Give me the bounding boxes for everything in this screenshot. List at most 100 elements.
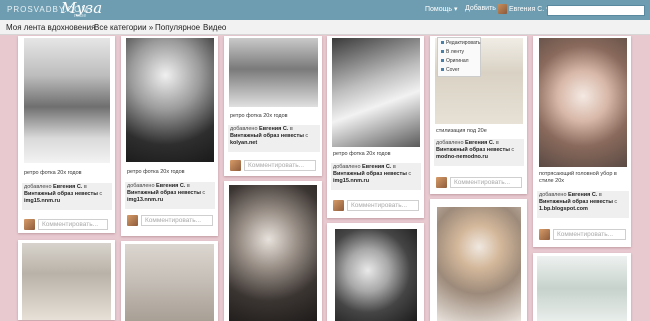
cover-action[interactable]: Cover (441, 67, 459, 73)
credit-prefix: добавлено (24, 184, 52, 190)
pin-credit: добавлено Евгения С. в Винтажный образ н… (434, 139, 524, 166)
comment-input[interactable]: Комментировать... (347, 200, 419, 211)
pin-credit: добавлено Евгения С. в Винтажный образ н… (537, 191, 629, 218)
cover-label: Cover (446, 67, 460, 73)
pin-caption: потрясающий головной убор в стиле 20х (539, 171, 617, 184)
edit-action[interactable]: Редактировать (441, 40, 481, 46)
author-link[interactable]: Евгения С. (259, 126, 288, 132)
pin-caption: стилизация под 20е (436, 128, 487, 134)
commenter-avatar (24, 219, 35, 230)
pin-caption: ретро фотка 20х годов (230, 113, 288, 119)
source-prefix: с (408, 171, 412, 177)
menu-item-all-categories[interactable]: Все категории » (94, 23, 153, 32)
pin-photo[interactable] (437, 207, 521, 321)
credit-to: в (289, 126, 293, 132)
credit-prefix: добавлено (333, 164, 361, 170)
to-feed-label: В ленту (446, 49, 465, 55)
pin-photo[interactable] (332, 38, 420, 147)
pin-credit: добавлено Евгения С. в Винтажный образ н… (125, 182, 215, 209)
source-link[interactable]: kolyan.net (230, 140, 257, 146)
pin-photo[interactable] (229, 185, 317, 321)
source-prefix: с (305, 133, 309, 139)
commenter-avatar (436, 177, 447, 188)
pin-photo[interactable] (125, 244, 214, 321)
pin-photo[interactable] (22, 243, 111, 320)
edit-icon (441, 41, 444, 44)
pin-caption: ретро фотка 20х годов (333, 151, 391, 157)
pin-credit: добавлено Евгения С. в Винтажный образ н… (22, 183, 112, 210)
pin-photo[interactable] (335, 229, 417, 321)
commenter-avatar (333, 200, 344, 211)
search-input[interactable] (547, 5, 645, 16)
board-link[interactable]: Винтажный образ невесты (24, 191, 98, 197)
menu-item-my-feed[interactable]: Моя лента вдохновения (6, 23, 95, 32)
pin-card[interactable] (121, 241, 218, 321)
pin-card[interactable]: ретро фотка 20х годов добавлено Евгения … (121, 36, 218, 236)
credit-prefix: добавлено (230, 126, 258, 132)
pin-photo[interactable] (229, 38, 318, 107)
feed-icon (441, 50, 444, 53)
source-link[interactable]: img15.nnm.ru (333, 178, 369, 184)
help-menu[interactable]: Помощь ▾ (425, 5, 458, 13)
pin-card[interactable]: потрясающий головной убор в стиле 20х до… (533, 36, 631, 247)
source-link[interactable]: img15.nnm.ru (24, 198, 60, 204)
pin-caption: ретро фотка 20х годов (24, 170, 82, 176)
pin-photo[interactable] (537, 256, 627, 321)
credit-to: в (598, 192, 602, 198)
board-link[interactable]: Винтажный образ невесты (539, 199, 613, 205)
board-link[interactable]: Винтажный образ невесты (230, 133, 304, 139)
original-icon (441, 59, 444, 62)
credit-prefix: добавлено (539, 192, 567, 198)
comment-input[interactable]: Комментировать... (141, 215, 213, 226)
pin-card[interactable]: ретро фотка 20х годов добавлено Евгения … (18, 36, 115, 233)
user-menu[interactable]: Евгения С. ▾ (509, 5, 550, 13)
pin-card[interactable] (430, 199, 527, 321)
source-prefix: с (99, 191, 103, 197)
board-link[interactable]: Винтажный образ невесты (333, 171, 407, 177)
author-link[interactable]: Евгения С. (465, 140, 494, 146)
menu-item-video[interactable]: Видео (203, 23, 226, 32)
author-link[interactable]: Евгения С. (362, 164, 391, 170)
credit-to: в (186, 183, 190, 189)
top-bar: PROSVADBY.COM Муза muse Помощь ▾ Добавит… (0, 0, 650, 20)
comment-input[interactable]: Комментировать... (38, 219, 108, 230)
credit-to: в (495, 140, 499, 146)
comment-input[interactable]: Комментировать... (244, 160, 316, 171)
pin-card[interactable]: ретро фотка 20х годов добавлено Евгения … (327, 36, 424, 218)
pin-photo[interactable] (126, 38, 214, 162)
credit-prefix: добавлено (436, 140, 464, 146)
pin-card[interactable] (18, 240, 115, 320)
author-link[interactable]: Евгения С. (53, 184, 82, 190)
source-link[interactable]: 1.bp.blogspot.com (539, 206, 588, 212)
pin-caption: ретро фотка 20х годов (127, 169, 185, 175)
comment-input[interactable]: Комментировать... (553, 229, 626, 240)
edit-label: Редактировать (446, 40, 481, 46)
source-prefix: с (614, 199, 618, 205)
credit-to: в (83, 184, 87, 190)
source-prefix: с (511, 147, 515, 153)
menu-item-popular[interactable]: Популярное (155, 23, 200, 32)
to-feed-action[interactable]: В ленту (441, 49, 464, 55)
pin-credit: добавлено Евгения С. в Винтажный образ н… (331, 163, 421, 190)
source-link[interactable]: img13.nnm.ru (127, 197, 163, 203)
user-avatar[interactable] (498, 4, 507, 14)
commenter-avatar (539, 229, 550, 240)
author-link[interactable]: Евгения С. (568, 192, 597, 198)
pin-photo[interactable] (24, 38, 110, 163)
pin-photo[interactable] (539, 38, 627, 167)
author-link[interactable]: Евгения С. (156, 183, 185, 189)
pin-card[interactable] (224, 181, 322, 321)
source-link[interactable]: modno-nemodno.ru (436, 154, 488, 160)
comment-input[interactable]: Комментировать... (450, 177, 522, 188)
category-menu: Моя лента вдохновения Все категории » По… (0, 20, 650, 35)
credit-prefix: добавлено (127, 183, 155, 189)
board-link[interactable]: Винтажный образ невесты (127, 190, 201, 196)
board-link[interactable]: Винтажный образ невесты (436, 147, 510, 153)
pin-card[interactable] (533, 253, 631, 321)
credit-to: в (392, 164, 396, 170)
pin-card[interactable]: ретро фотка 20х годов добавлено Евгения … (224, 36, 322, 176)
original-action[interactable]: Оригинал (441, 58, 469, 64)
add-button[interactable]: Добавить (465, 5, 496, 12)
pin-actions-menu: Редактировать В ленту Оригинал Cover (437, 37, 481, 77)
pin-card[interactable] (327, 223, 424, 321)
